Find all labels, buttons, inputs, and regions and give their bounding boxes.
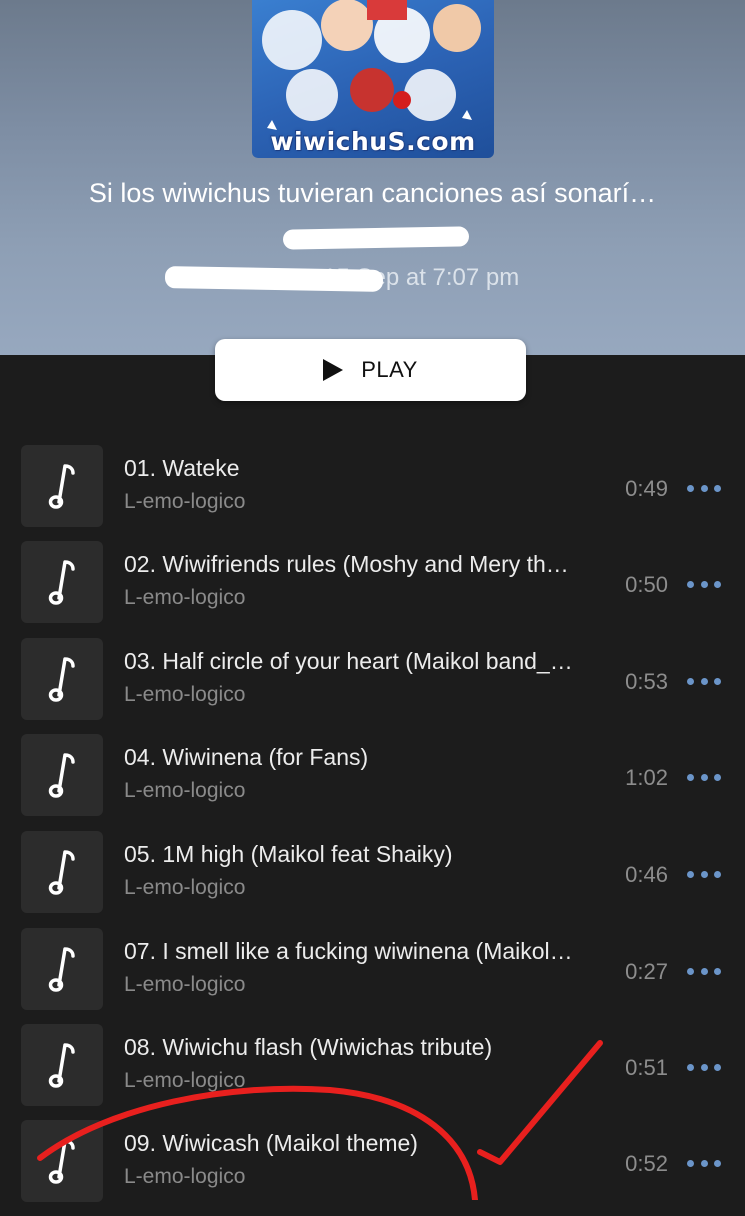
track-row[interactable]: 09. Wiwicash (Maikol theme) L-emo-logico… — [0, 1120, 745, 1216]
track-artist: L-emo-logico — [124, 1165, 246, 1188]
track-duration: 0:53 — [625, 669, 668, 694]
track-row[interactable]: 04. Wiwinena (for Fans) L-emo-logico 1:0… — [0, 734, 745, 830]
track-duration: 1:02 — [625, 765, 668, 790]
track-title: 01. Wateke — [124, 455, 240, 481]
track-row[interactable]: 07. I smell like a fucking wiwinena (Mai… — [0, 928, 745, 1024]
playlist-cover-image[interactable]: wiwichuS.com — [252, 0, 494, 158]
track-title: 04. Wiwinena (for Fans) — [124, 744, 369, 770]
play-icon — [323, 359, 344, 381]
track-title: 02. Wiwifriends rules (Moshy and Mery th… — [124, 551, 569, 577]
music-note-icon — [48, 657, 75, 702]
track-artist: L-emo-logico — [124, 779, 246, 802]
track-artist: L-emo-logico — [124, 876, 246, 899]
track-row[interactable]: 01. Wateke L-emo-logico 0:49 — [0, 445, 745, 541]
track-thumbnail — [21, 734, 103, 816]
track-row[interactable]: 03. Half circle of your heart (Maikol ba… — [0, 638, 745, 734]
track-thumbnail — [21, 638, 103, 720]
track-row[interactable]: 02. Wiwifriends rules (Moshy and Mery th… — [0, 541, 745, 637]
track-duration: 0:52 — [625, 1151, 668, 1176]
more-options-icon[interactable] — [687, 1152, 721, 1174]
track-thumbnail — [21, 928, 103, 1010]
track-thumbnail — [21, 541, 103, 623]
track-title: 03. Half circle of your heart (Maikol ba… — [124, 648, 573, 674]
track-duration: 0:46 — [625, 862, 668, 887]
more-options-icon[interactable] — [687, 766, 721, 788]
track-thumbnail — [21, 831, 103, 913]
track-thumbnail — [21, 1120, 103, 1202]
track-artist: L-emo-logico — [124, 1069, 246, 1092]
track-title: 08. Wiwichu flash (Wiwichas tribute) — [124, 1034, 493, 1060]
track-duration: 0:51 — [625, 1055, 668, 1080]
music-note-icon — [48, 560, 75, 605]
music-note-icon — [48, 464, 75, 509]
more-options-icon[interactable] — [687, 1056, 721, 1078]
track-duration: 0:27 — [625, 959, 668, 984]
track-title: 05. 1M high (Maikol feat Shaiky) — [124, 841, 453, 867]
cover-logo-text: wiwichuS.com — [270, 127, 476, 156]
play-button[interactable]: PLAY — [215, 339, 526, 401]
more-options-icon[interactable] — [687, 960, 721, 982]
track-artist: L-emo-logico — [124, 586, 246, 609]
music-note-icon — [48, 1139, 75, 1184]
play-button-label: PLAY — [361, 357, 418, 382]
music-note-icon — [48, 753, 75, 798]
track-title: 09. Wiwicash (Maikol theme) — [124, 1130, 418, 1156]
track-row[interactable]: 08. Wiwichu flash (Wiwichas tribute) L-e… — [0, 1024, 745, 1120]
track-duration: 0:50 — [625, 572, 668, 597]
more-options-icon[interactable] — [687, 573, 721, 595]
track-thumbnail — [21, 445, 103, 527]
more-options-icon[interactable] — [687, 670, 721, 692]
track-artist: L-emo-logico — [124, 490, 246, 513]
track-duration: 0:49 — [625, 476, 668, 501]
more-options-icon[interactable] — [687, 477, 721, 499]
redaction-scribble-updated — [164, 266, 384, 292]
playlist-title: Si los wiwichus tuvieran canciones así s… — [88, 178, 657, 208]
redaction-scribble-owner — [282, 226, 470, 250]
music-note-icon — [48, 947, 75, 992]
more-options-icon[interactable] — [687, 863, 721, 885]
track-row[interactable]: 05. 1M high (Maikol feat Shaiky) L-emo-l… — [0, 831, 745, 927]
track-artist: L-emo-logico — [124, 973, 246, 996]
music-note-icon — [48, 850, 75, 895]
track-artist: L-emo-logico — [124, 683, 246, 706]
playlist-header: wiwichuS.com Si los wiwichus tuvieran ca… — [0, 0, 745, 355]
music-note-icon — [48, 1043, 75, 1088]
track-thumbnail — [21, 1024, 103, 1106]
track-title: 07. I smell like a fucking wiwinena (Mai… — [124, 938, 573, 964]
